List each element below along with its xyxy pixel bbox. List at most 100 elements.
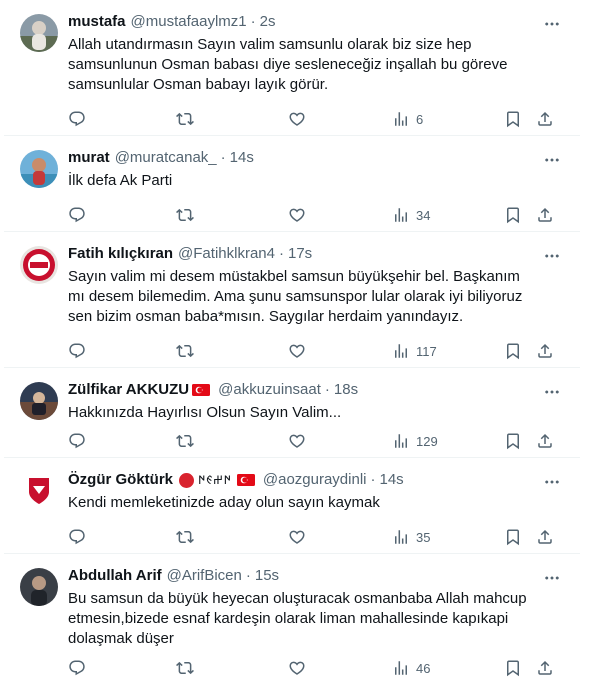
timestamp[interactable]: 14s <box>230 148 254 168</box>
more-icon[interactable] <box>542 382 562 402</box>
bookmark-icon[interactable] <box>504 110 522 128</box>
red-circle-icon <box>179 472 195 488</box>
tweet-text: Hakkınızda Hayırlısı Olsun Sayın Valim..… <box>68 404 342 421</box>
user-handle[interactable]: @Fatihklkran4 <box>178 244 275 264</box>
like-icon[interactable] <box>288 659 306 677</box>
tweet[interactable]: murat @muratcanak_ · 14s İlk defa Ak Par… <box>4 136 580 232</box>
display-name[interactable]: Abdullah Arif <box>68 566 162 586</box>
views-icon <box>392 528 410 546</box>
like-icon[interactable] <box>288 206 306 224</box>
reply-icon[interactable] <box>68 528 86 546</box>
reply-icon[interactable] <box>68 659 86 677</box>
action-bar: 46 <box>68 658 566 678</box>
retweet-icon[interactable] <box>176 206 194 224</box>
timestamp[interactable]: 14s <box>380 470 404 490</box>
timestamp[interactable]: 18s <box>334 380 358 400</box>
avatar[interactable] <box>20 150 58 188</box>
tweet-text: Allah utandırmasın Sayın valim samsunlu … <box>68 36 508 93</box>
views-count: 129 <box>416 433 438 449</box>
views-count: 117 <box>416 343 437 359</box>
like-icon[interactable] <box>288 432 306 450</box>
views-button[interactable]: 35 <box>392 528 430 546</box>
retweet-icon[interactable] <box>176 342 194 360</box>
timestamp[interactable]: 2s <box>260 12 276 32</box>
views-icon <box>392 659 410 677</box>
separator-dot: · <box>370 471 376 488</box>
bookmark-icon[interactable] <box>504 659 522 677</box>
share-icon[interactable] <box>536 432 554 450</box>
user-handle[interactable]: @muratcanak_ <box>115 148 217 168</box>
tweet[interactable]: Abdullah Arif @ArifBicen · 15s Bu samsun… <box>4 554 580 688</box>
separator-dot: · <box>278 245 284 262</box>
separator-dot: · <box>245 567 251 584</box>
reply-icon[interactable] <box>68 342 86 360</box>
reply-icon[interactable] <box>68 206 86 224</box>
reply-icon[interactable] <box>68 432 86 450</box>
views-count: 35 <box>416 529 431 545</box>
share-icon[interactable] <box>536 528 554 546</box>
tweet[interactable]: Fatih kılıçkıran @Fatihklkran4 · 17s Say… <box>4 232 580 368</box>
user-handle[interactable]: @aozguraydinli <box>263 470 367 490</box>
separator-dot: · <box>250 13 256 30</box>
share-icon[interactable] <box>536 659 554 677</box>
timestamp[interactable]: 17s <box>288 244 312 264</box>
avatar[interactable] <box>20 14 58 52</box>
timestamp[interactable]: 15s <box>255 566 279 586</box>
tweet-text: İlk defa Ak Parti <box>68 172 173 189</box>
display-name[interactable]: murat <box>68 148 110 168</box>
share-icon[interactable] <box>536 342 554 360</box>
views-button[interactable]: 117 <box>392 342 437 360</box>
more-icon[interactable] <box>542 246 562 266</box>
avatar[interactable] <box>20 382 58 420</box>
views-count: 46 <box>416 660 431 676</box>
bookmark-icon[interactable] <box>504 342 522 360</box>
views-icon <box>392 342 410 360</box>
more-icon[interactable] <box>542 568 562 588</box>
action-bar: 35 <box>68 527 566 547</box>
views-icon <box>392 206 410 224</box>
bookmark-icon[interactable] <box>504 528 522 546</box>
bookmark-icon[interactable] <box>504 432 522 450</box>
old-turkic-name: 𐰇𐰔𐰏𐰇 <box>198 473 232 487</box>
views-button[interactable]: 129 <box>392 432 438 450</box>
display-name[interactable]: Zülfikar AKKUZU <box>68 380 189 400</box>
retweet-icon[interactable] <box>176 659 194 677</box>
more-icon[interactable] <box>542 14 562 34</box>
like-icon[interactable] <box>288 342 306 360</box>
like-icon[interactable] <box>288 110 306 128</box>
action-bar: 117 <box>68 341 566 361</box>
more-icon[interactable] <box>542 472 562 492</box>
avatar[interactable] <box>20 472 58 510</box>
display-name[interactable]: Özgür Göktürk <box>68 470 173 490</box>
retweet-icon[interactable] <box>176 528 194 546</box>
views-count: 34 <box>416 207 431 223</box>
user-handle[interactable]: @ArifBicen <box>167 566 242 586</box>
tweet[interactable]: Zülfikar AKKUZU @akkuzuinsaat · 18s Hakk… <box>4 368 580 458</box>
user-handle[interactable]: @mustafaaylmz1 <box>131 12 247 32</box>
retweet-icon[interactable] <box>176 110 194 128</box>
share-icon[interactable] <box>536 110 554 128</box>
action-bar: 6 <box>68 109 566 129</box>
tweet[interactable]: Özgür Göktürk 𐰇𐰔𐰏𐰇 @aozguraydinli · 14s … <box>4 458 580 554</box>
tweet[interactable]: mustafa @mustafaaylmz1 · 2s Allah utandı… <box>4 0 580 136</box>
user-handle[interactable]: @akkuzuinsaat <box>218 380 321 400</box>
display-name[interactable]: mustafa <box>68 12 126 32</box>
tweet-text: Bu samsun da büyük heyecan oluşturacak o… <box>68 590 527 647</box>
views-button[interactable]: 34 <box>392 206 430 224</box>
avatar[interactable] <box>20 568 58 606</box>
tweet-text: Kendi memleketinizde aday olun sayın kay… <box>68 494 380 511</box>
views-button[interactable]: 46 <box>392 659 430 677</box>
views-button[interactable]: 6 <box>392 110 423 128</box>
bookmark-icon[interactable] <box>504 206 522 224</box>
avatar[interactable] <box>20 246 58 284</box>
share-icon[interactable] <box>536 206 554 224</box>
action-bar: 34 <box>68 205 566 225</box>
display-name[interactable]: Fatih kılıçkıran <box>68 244 173 264</box>
reply-icon[interactable] <box>68 110 86 128</box>
more-icon[interactable] <box>542 150 562 170</box>
reply-feed: mustafa @mustafaaylmz1 · 2s Allah utandı… <box>4 0 580 688</box>
like-icon[interactable] <box>288 528 306 546</box>
action-bar: 129 <box>68 431 566 451</box>
retweet-icon[interactable] <box>176 432 194 450</box>
views-count: 6 <box>416 111 424 127</box>
